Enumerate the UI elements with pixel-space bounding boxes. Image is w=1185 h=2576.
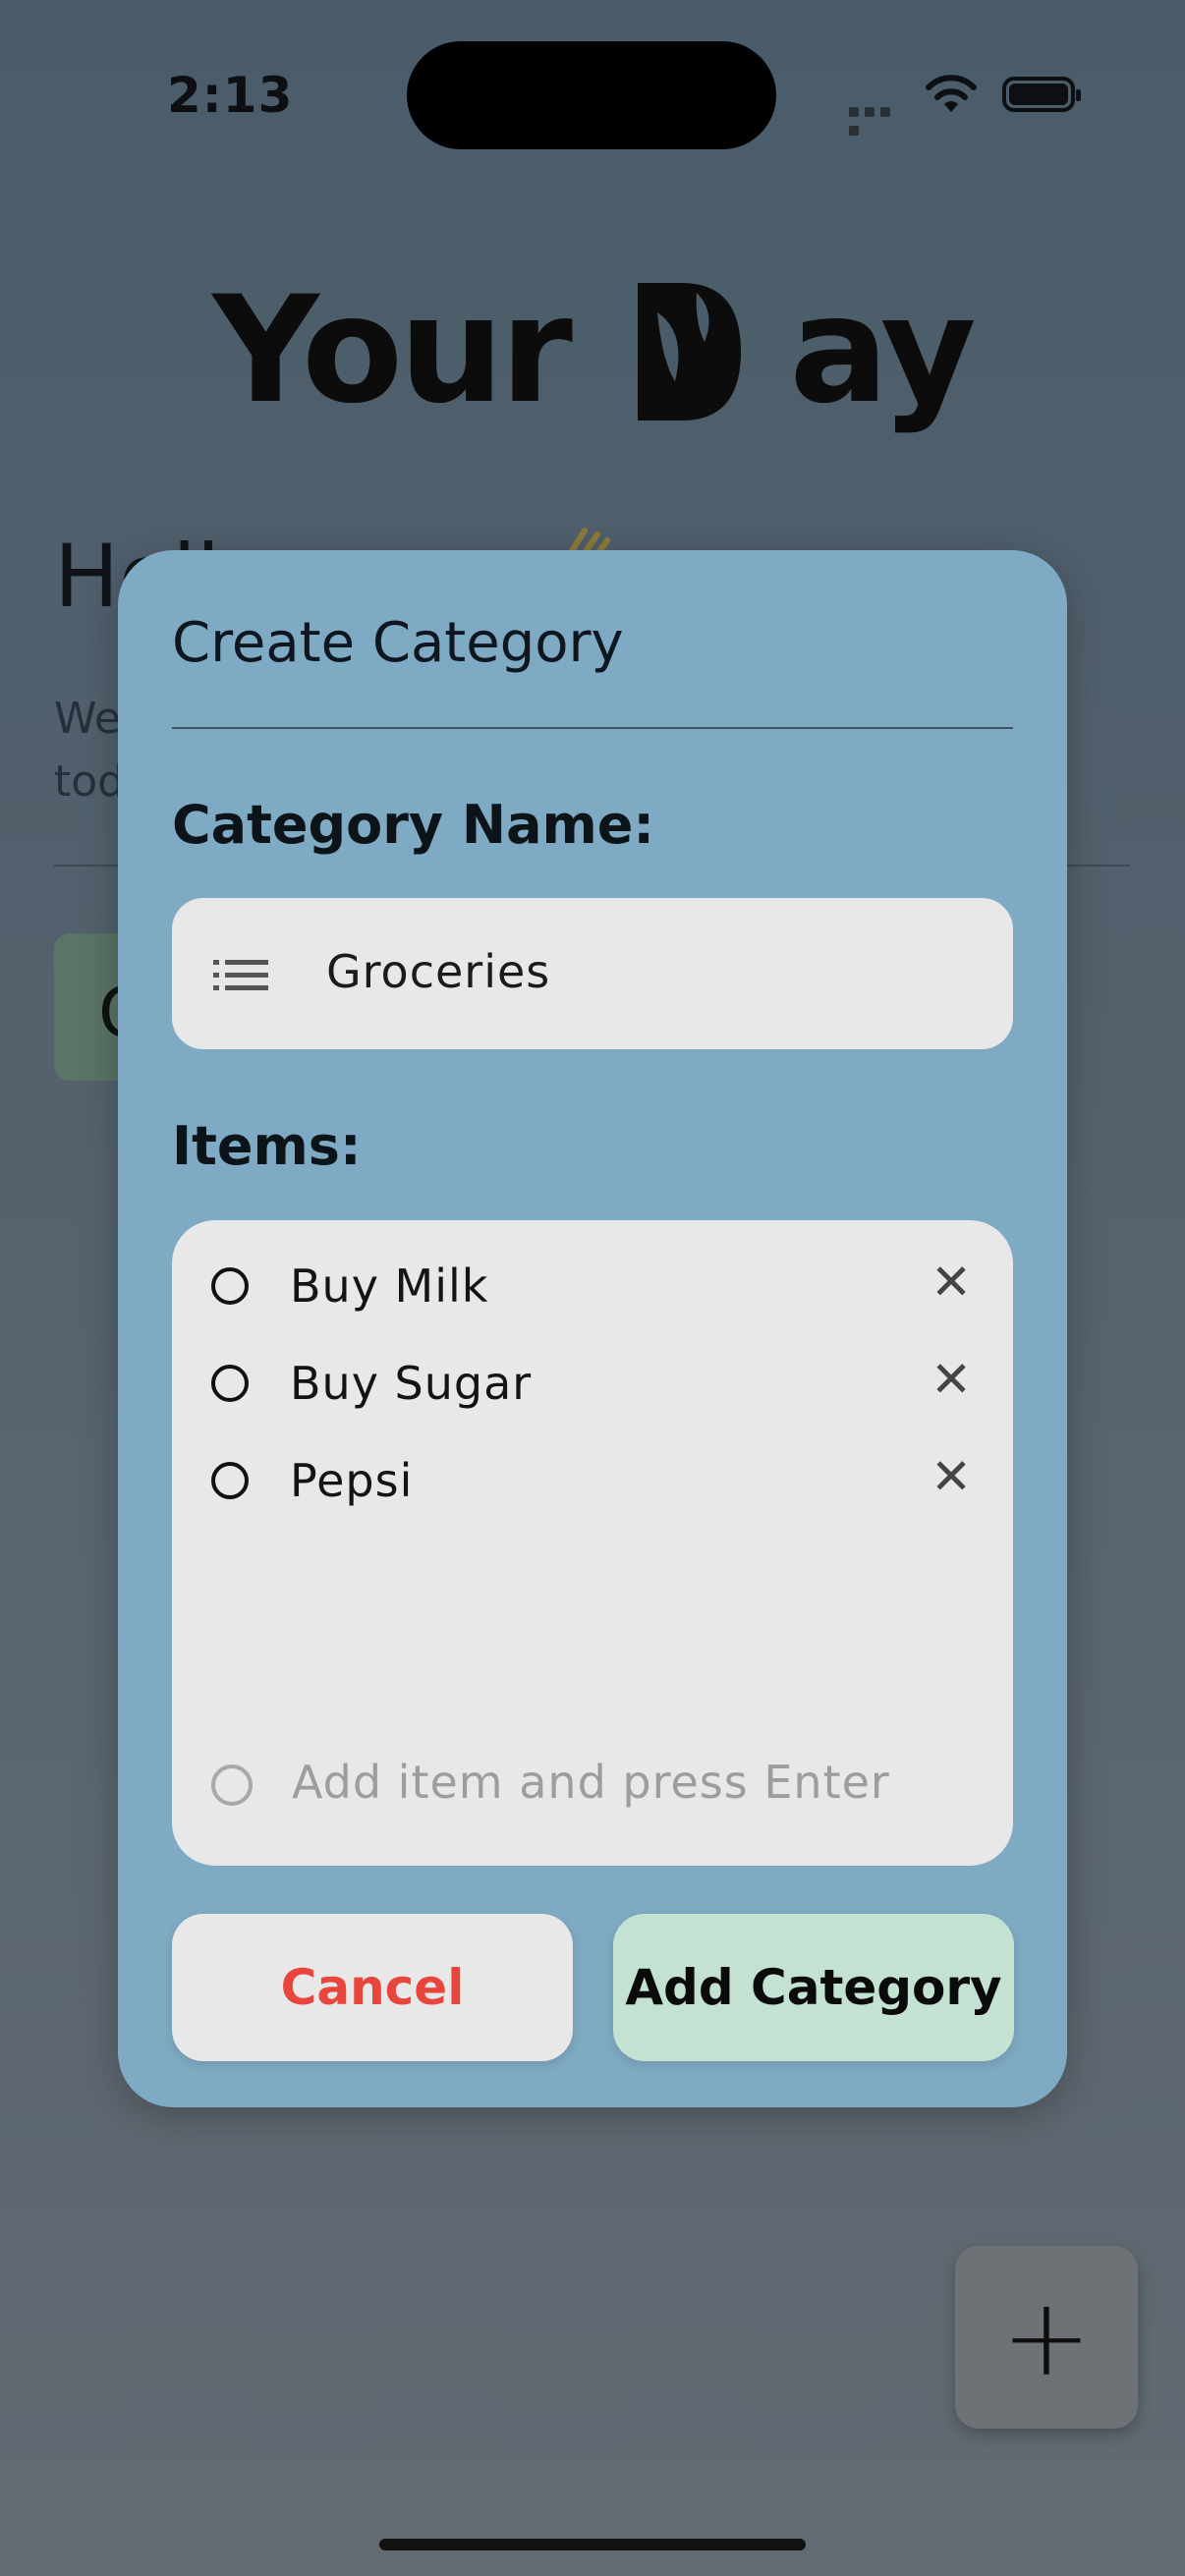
dialog-divider [172,727,1013,729]
add-item-row [172,1747,1013,1825]
logo-text-part2: ay [789,265,976,436]
logo-d-mark-icon [638,283,742,420]
add-item-input[interactable] [290,1755,962,1810]
list-item: Buy Milk ✕ [172,1250,1013,1328]
items-label: Items: [172,1115,362,1177]
item-radio-icon[interactable] [211,1462,249,1499]
list-icon [213,960,268,990]
item-radio-icon[interactable] [211,1267,249,1305]
item-radio-icon[interactable] [211,1365,249,1402]
item-label: Buy Milk [290,1260,489,1313]
app-logo: Your ay [0,265,1185,436]
cellular-signal-icon [849,102,908,136]
item-label: Pepsi [290,1454,414,1507]
remove-item-icon[interactable]: ✕ [931,1258,972,1307]
cancel-button[interactable]: Cancel [172,1914,573,2061]
dynamic-island [407,41,776,149]
list-item: Pepsi ✕ [172,1444,1013,1523]
remove-item-icon[interactable]: ✕ [931,1355,972,1404]
background-subtitle-line1: We [54,694,121,744]
item-label: Buy Sugar [290,1357,533,1410]
plus-icon: + [1000,2274,1093,2400]
add-category-button[interactable]: Add Category [613,1914,1014,2061]
remove-item-icon[interactable]: ✕ [931,1452,972,1501]
category-name-field[interactable] [172,898,1013,1049]
status-time: 2:13 [167,67,294,124]
home-indicator [379,2539,806,2550]
add-fab-button[interactable]: + [955,2246,1138,2429]
list-item: Buy Sugar ✕ [172,1347,1013,1426]
logo-text-part1: Your [212,265,573,436]
category-name-value[interactable]: Groceries [326,945,550,998]
battery-icon [1002,77,1081,112]
background-subtitle-line2: tod [54,756,126,807]
dialog-title: Create Category [172,611,624,675]
add-item-radio-icon [211,1764,253,1806]
category-name-label: Category Name: [172,794,655,856]
wifi-icon [926,75,977,112]
